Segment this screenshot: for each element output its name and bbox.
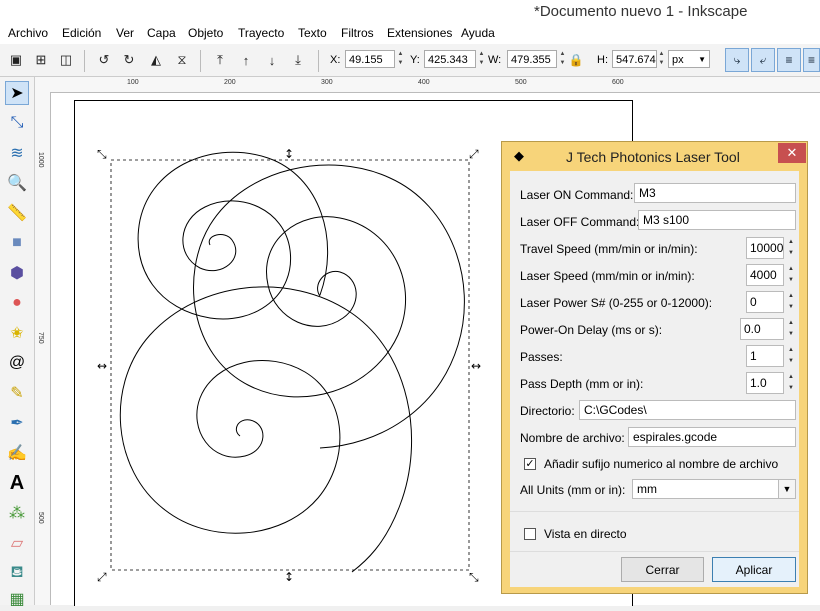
apply-button[interactable]: Aplicar: [712, 557, 796, 582]
laser-speed-label: Laser Speed (mm/min or in/min):: [520, 269, 695, 283]
divider: [510, 551, 799, 552]
travel-speed-input[interactable]: 10000: [746, 237, 784, 259]
spiral-bottom[interactable]: [119, 286, 413, 573]
dialog-title-bar[interactable]: ◆ J Tech Photonics Laser Tool ✕: [502, 142, 807, 169]
directory-input[interactable]: C:\GCodes\: [579, 400, 796, 420]
chevron-down-icon: ▼: [778, 480, 795, 498]
laser-off-label: Laser OFF Command:: [520, 215, 640, 229]
inkscape-logo-icon: ◆: [514, 148, 524, 163]
passes-label: Passes:: [520, 350, 563, 364]
laser-off-input[interactable]: M3 s100: [638, 210, 796, 230]
laser-on-input[interactable]: M3: [634, 183, 796, 203]
pass-depth-input[interactable]: 1.0: [746, 372, 784, 394]
resize-handle-n-icon[interactable]: ↕: [284, 147, 294, 161]
pass-depth-spin-icon[interactable]: ▲ ▼: [786, 372, 796, 394]
passes-spin-icon[interactable]: ▲ ▼: [786, 345, 796, 367]
power-on-delay-spin-icon[interactable]: ▲ ▼: [786, 318, 796, 340]
passes-input[interactable]: 1: [746, 345, 784, 367]
laser-on-label: Laser ON Command:: [520, 188, 634, 202]
laser-power-input[interactable]: 0: [746, 291, 784, 313]
units-select-value: mm: [637, 482, 657, 496]
filename-input[interactable]: espirales.gcode: [628, 427, 796, 447]
travel-speed-label: Travel Speed (mm/min or in/min):: [520, 242, 698, 256]
resize-handle-ne-icon[interactable]: ⤢: [468, 147, 479, 161]
dialog-body: Laser ON Command: M3 Laser OFF Command: …: [510, 171, 799, 587]
power-on-delay-label: Power-On Delay (ms or s):: [520, 323, 663, 337]
laser-speed-spin-icon[interactable]: ▲ ▼: [786, 264, 796, 286]
laser-speed-input[interactable]: 4000: [746, 264, 784, 286]
suffix-checkbox-label: Añadir sufijo numerico al nombre de arch…: [544, 457, 779, 471]
directory-label: Directorio:: [520, 404, 575, 418]
power-on-delay-input[interactable]: 0.0: [740, 318, 784, 340]
resize-handle-e-icon[interactable]: ↔: [471, 359, 481, 373]
suffix-checkbox[interactable]: ✓: [524, 458, 536, 470]
resize-handle-w-icon[interactable]: ↔: [97, 359, 107, 373]
divider: [510, 511, 799, 512]
live-preview-label: Vista en directo: [544, 527, 627, 541]
resize-handle-s-icon[interactable]: ↕: [284, 570, 294, 584]
resize-handle-se-icon[interactable]: ⤡: [469, 570, 479, 584]
dialog-title: J Tech Photonics Laser Tool: [566, 149, 740, 165]
live-preview-checkbox[interactable]: [524, 528, 536, 540]
resize-handle-sw-icon[interactable]: ⤢: [96, 570, 107, 584]
resize-handle-nw-icon[interactable]: ⤡: [97, 147, 107, 161]
travel-speed-spin-icon[interactable]: ▲ ▼: [786, 237, 796, 259]
laser-power-label: Laser Power S# (0-255 or 0-12000):: [520, 296, 713, 310]
units-label: All Units (mm or in):: [520, 483, 626, 497]
laser-tool-dialog: ◆ J Tech Photonics Laser Tool ✕ Laser ON…: [501, 141, 808, 594]
close-button[interactable]: Cerrar: [621, 557, 704, 582]
close-icon[interactable]: ✕: [778, 143, 806, 163]
spiral-top-right[interactable]: [193, 164, 465, 449]
laser-power-spin-icon[interactable]: ▲ ▼: [786, 291, 796, 313]
pass-depth-label: Pass Depth (mm or in):: [520, 377, 644, 391]
units-select[interactable]: mm ▼: [632, 479, 796, 499]
filename-label: Nombre de archivo:: [520, 431, 625, 445]
spiral-top-left[interactable]: [137, 151, 329, 320]
